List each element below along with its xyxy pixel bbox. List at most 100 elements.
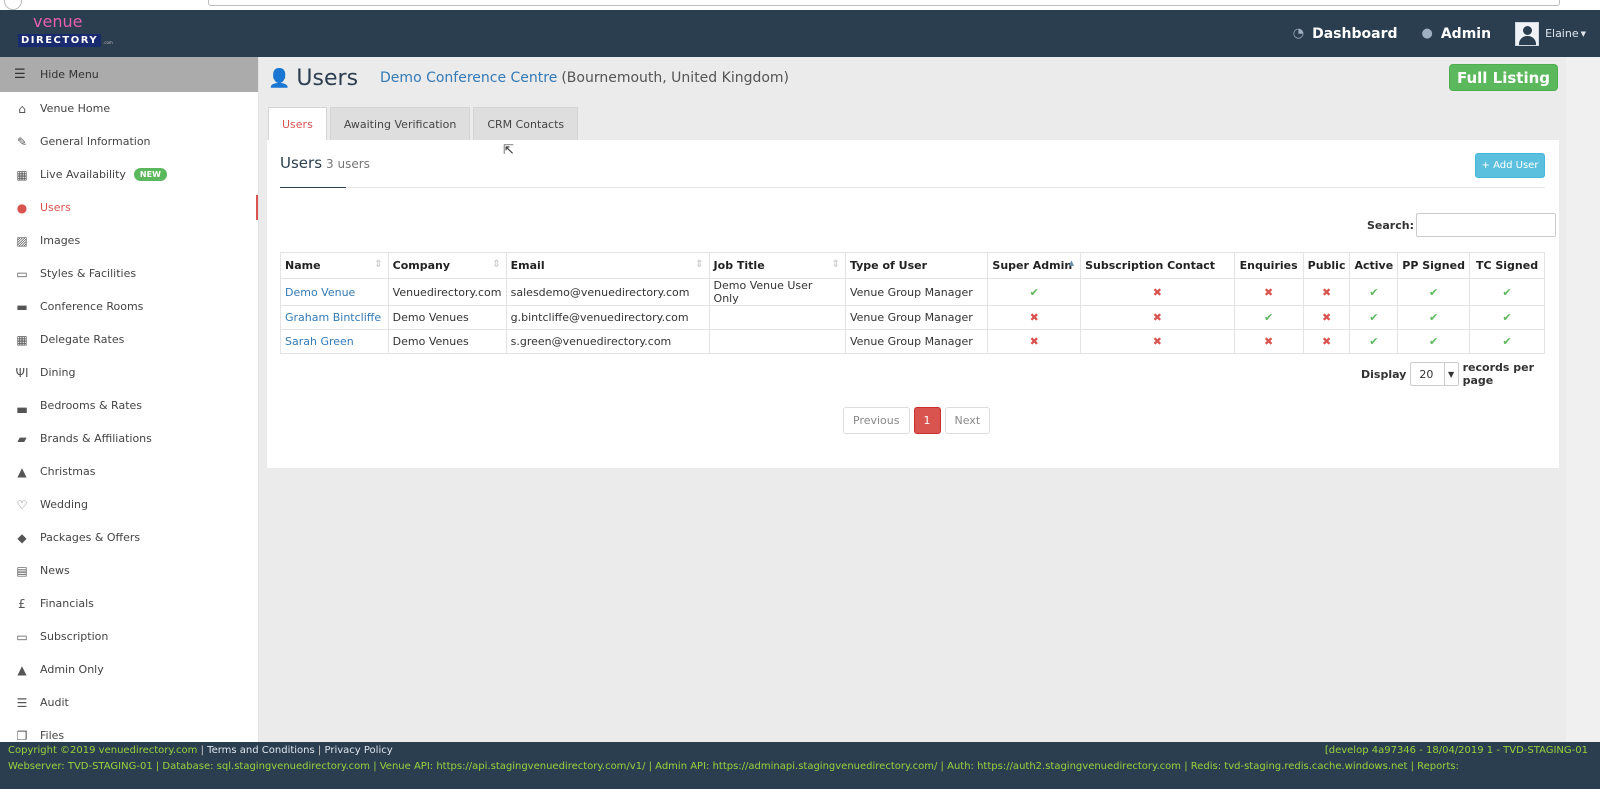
sidebar-item-live-availability[interactable]: ▦ Live Availability NEW bbox=[0, 158, 258, 191]
email-cell: salesdemo@venuedirectory.com bbox=[505, 278, 710, 306]
user-name-link[interactable]: Sarah Green bbox=[280, 329, 389, 354]
pound-icon: £ bbox=[18, 596, 26, 611]
sidebar-item-news[interactable]: ▤ News bbox=[0, 554, 258, 587]
check-icon: ✔ bbox=[1369, 285, 1379, 299]
sidebar-item-label: General Information bbox=[40, 135, 151, 148]
sidebar-item-admin-only[interactable]: ▲ Admin Only bbox=[0, 653, 258, 686]
home-icon: ⌂ bbox=[18, 101, 26, 116]
check-icon: ✔ bbox=[1502, 311, 1512, 324]
flag-cell: ✔ bbox=[1469, 278, 1545, 306]
header-pp-signed[interactable]: PP Signed bbox=[1397, 252, 1471, 279]
tab-users[interactable]: Users bbox=[268, 107, 327, 140]
cross-icon: ✖ bbox=[1152, 285, 1162, 299]
nav-dashboard-label: Dashboard bbox=[1312, 25, 1398, 42]
cutlery-icon: ΨΙ bbox=[15, 365, 29, 380]
flag-cell: ✔ bbox=[1349, 305, 1399, 330]
footer-privacy-link[interactable]: Privacy Policy bbox=[324, 745, 392, 756]
full-listing-button[interactable]: Full Listing bbox=[1449, 64, 1558, 91]
cross-icon: ✖ bbox=[1321, 285, 1332, 299]
flag-cell: ✔ bbox=[1233, 305, 1304, 330]
company-cell: Demo Venues bbox=[387, 329, 507, 354]
page-scrollbar[interactable] bbox=[1566, 57, 1600, 742]
sidebar-item-subscription[interactable]: ▭ Subscription bbox=[0, 620, 258, 653]
users-panel: Users3 users + Add User Search: Name Com… bbox=[267, 140, 1559, 468]
sidebar-item-dining[interactable]: ΨΙ Dining bbox=[0, 356, 258, 389]
sidebar-item-label: News bbox=[40, 564, 70, 577]
header-active[interactable]: Active bbox=[1349, 252, 1399, 279]
add-user-button[interactable]: + Add User bbox=[1475, 153, 1545, 178]
sidebar-item-label: Dining bbox=[40, 366, 76, 379]
search-group: Search: bbox=[1367, 213, 1556, 237]
venue-directory-logo[interactable]: venue DIRECTORY .com bbox=[16, 12, 116, 52]
dashboard-icon: ◔ bbox=[1292, 26, 1305, 41]
table-row[interactable]: Demo Venue Venuedirectory.com salesdemo@ve… bbox=[280, 278, 1545, 306]
user-icon: 👤 bbox=[268, 67, 291, 89]
sidebar-item-styles-facilities[interactable]: ▭ Styles & Facilities bbox=[0, 257, 258, 290]
tab-awaiting-verification[interactable]: Awaiting Verification bbox=[329, 107, 471, 140]
sidebar-item-images[interactable]: ▨ Images bbox=[0, 224, 258, 257]
flag-cell: ✖ bbox=[1302, 305, 1351, 330]
job-title-cell: Demo Venue User Only bbox=[708, 278, 846, 306]
header-public[interactable]: Public bbox=[1302, 252, 1351, 279]
logo-venue-text: venue bbox=[33, 12, 83, 31]
page-1-button[interactable]: 1 bbox=[913, 407, 941, 434]
sidebar-item-financials[interactable]: £ Financials bbox=[0, 587, 258, 620]
sidebar-item-conference-rooms[interactable]: ▬ Conference Rooms bbox=[0, 290, 258, 323]
header-company[interactable]: Company bbox=[387, 252, 507, 279]
browser-back-button[interactable] bbox=[4, 0, 22, 10]
search-input[interactable] bbox=[1415, 213, 1556, 237]
nav-admin[interactable]: ● Admin bbox=[1422, 26, 1492, 42]
sidebar-item-audit[interactable]: ☰ Audit bbox=[0, 686, 258, 719]
sidebar-item-delegate-rates[interactable]: ▦ Delegate Rates bbox=[0, 323, 258, 356]
header-tc-signed[interactable]: TC Signed bbox=[1469, 252, 1545, 279]
header-type-of-user[interactable]: Type of User bbox=[844, 252, 989, 279]
job-title-cell bbox=[708, 305, 846, 330]
flag-cell: ✖ bbox=[1302, 329, 1351, 354]
job-title-cell bbox=[708, 329, 846, 354]
sidebar-item-label: Styles & Facilities bbox=[40, 267, 137, 280]
sidebar-item-brands-affiliations[interactable]: ▰ Brands & Affiliations bbox=[0, 422, 258, 455]
user-name-link[interactable]: Graham Bintcliffe bbox=[280, 305, 389, 330]
hide-menu-button[interactable]: ☰ Hide Menu bbox=[0, 57, 258, 92]
tab-crm-contacts[interactable]: CRM Contacts bbox=[473, 107, 579, 140]
flag-cell: ✔ bbox=[1469, 329, 1545, 354]
edit-icon: ✎ bbox=[16, 134, 28, 149]
monitor-icon: ▭ bbox=[16, 266, 28, 281]
sidebar-item-christmas[interactable]: ▲ Christmas bbox=[0, 455, 258, 488]
sidebar-item-venue-home[interactable]: ⌂ Venue Home bbox=[0, 92, 258, 125]
header-email[interactable]: Email bbox=[505, 252, 710, 279]
cross-icon: ✖ bbox=[1321, 311, 1332, 324]
sidebar-item-bedrooms-rates[interactable]: ▃ Bedrooms & Rates bbox=[0, 389, 258, 422]
panel-title: Users 3 users bbox=[280, 154, 370, 172]
sidebar-item-files[interactable]: ❐ Files bbox=[0, 719, 258, 743]
venue-name-link[interactable]: Demo Conference Centre bbox=[380, 70, 557, 86]
header-name[interactable]: Name bbox=[280, 252, 389, 279]
sidebar-item-wedding[interactable]: ♡ Wedding bbox=[0, 488, 258, 521]
records-per-page-select[interactable]: 20 ▼ bbox=[1410, 362, 1459, 386]
header-super-admin[interactable]: Super Admin bbox=[987, 252, 1082, 279]
table-row[interactable]: Sarah Green Demo Venues s.green@venuedirec… bbox=[280, 329, 1545, 354]
footer-terms-link[interactable]: Terms and Conditions bbox=[207, 745, 315, 756]
next-button[interactable]: Next bbox=[944, 407, 991, 434]
sidebar-item-label: Conference Rooms bbox=[40, 300, 144, 313]
panel-divider bbox=[280, 187, 1545, 188]
sidebar-item-users[interactable]: ● Users bbox=[0, 191, 258, 224]
address-bar[interactable] bbox=[208, 0, 1560, 6]
user-name-link[interactable]: Demo Venue bbox=[280, 278, 389, 306]
header-enquiries[interactable]: Enquiries bbox=[1233, 252, 1304, 279]
header-job-title[interactable]: Job Title bbox=[708, 252, 846, 279]
flag-cell: ✖ bbox=[1233, 329, 1304, 354]
sidebar-item-general-information[interactable]: ✎ General Information bbox=[0, 125, 258, 158]
browser-strip bbox=[0, 0, 1600, 10]
user-type-cell: Venue Group Manager bbox=[844, 329, 989, 354]
warning-icon: ▲ bbox=[17, 662, 27, 677]
sidebar-item-packages-offers[interactable]: ◆ Packages & Offers bbox=[0, 521, 258, 554]
table-row[interactable]: Graham Bintcliffe Demo Venues g.bintcliffe… bbox=[280, 305, 1545, 330]
user-menu[interactable]: Elaine ▼ bbox=[1515, 21, 1586, 46]
flag-cell: ✔ bbox=[1397, 305, 1471, 330]
nav-dashboard[interactable]: ◔ Dashboard bbox=[1293, 26, 1398, 42]
header-subscription-contact[interactable]: Subscription Contact bbox=[1080, 252, 1235, 279]
previous-button[interactable]: Previous bbox=[843, 407, 910, 434]
avatar bbox=[1515, 21, 1540, 46]
hamburger-icon: ☰ bbox=[14, 67, 26, 82]
